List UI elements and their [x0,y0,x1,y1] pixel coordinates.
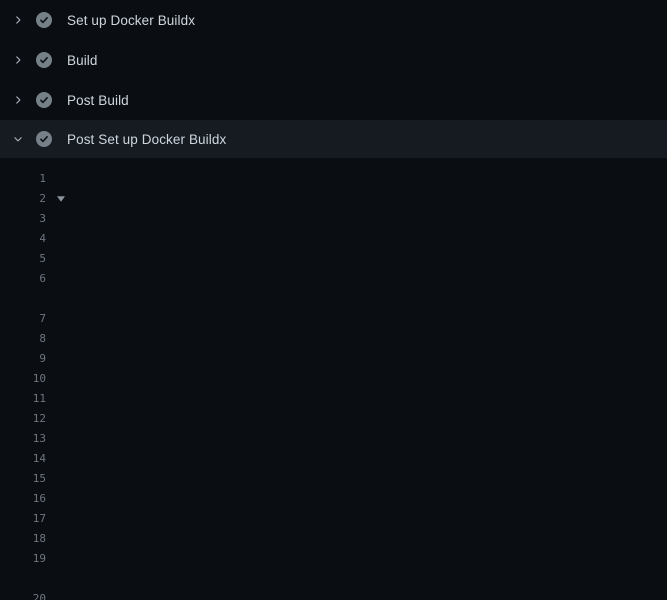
success-check-icon [36,131,52,147]
log-line: 6 time="2021-04-23T18:02:37Z" level=info… [0,269,667,289]
success-check-icon [36,52,52,68]
line-number[interactable]: 13 [0,429,46,449]
log-line: 1 Post job cleanup. [0,169,667,189]
line-number[interactable]: 15 [0,469,46,489]
line-number[interactable]: 5 [0,249,46,269]
log-line: 10 time="2021-04-23T18:02:37Z" level=inf… [0,369,667,389]
log-line: 5 time="2021-04-23T18:02:37Z" level=warn… [0,249,667,269]
step-title: Set up Docker Buildx [67,13,195,28]
chevron-right-icon [13,14,23,26]
log-line: 16 time="2021-04-23T18:02:38Z" level=deb… [0,489,667,509]
log-line: 3 /usr/bin/docker logs buildx_buildkit_b… [0,209,667,229]
log-line: 11 time="2021-04-23T18:02:38Z" level=deb… [0,389,667,409]
line-number[interactable]: 6 [0,269,46,289]
line-number[interactable]: 20 [0,589,46,600]
line-number[interactable]: 4 [0,229,46,249]
line-number[interactable]: 14 [0,449,46,469]
group-collapse-triangle-icon[interactable] [57,195,65,203]
log-line: 19 time="2021-04-23T18:02:38Z" level=deb… [0,549,667,569]
log-line: 4 time="2021-04-23T18:02:37Z" level=info… [0,229,667,249]
log-line: 7 time="2021-04-23T18:02:37Z" level=warn… [0,309,667,329]
line-number[interactable]: 10 [0,369,46,389]
line-number[interactable]: 11 [0,389,46,409]
line-number[interactable]: 3 [0,209,46,229]
step-header-post-build[interactable]: Post Build [0,80,667,120]
success-check-icon [36,12,52,28]
step-title: Post Set up Docker Buildx [67,132,226,147]
line-number[interactable]: 1 [0,169,46,189]
line-number[interactable]: 7 [0,309,46,329]
log-line: 2 BuildKit container logs [0,189,667,209]
log-line: 13 time="2021-04-23T18:02:38Z" level=deb… [0,429,667,449]
log-line: 17 time="2021-04-23T18:02:38Z" level=deb… [0,509,667,529]
chevron-down-icon [13,133,23,145]
line-number[interactable]: 18 [0,529,46,549]
log-line: 18 time="2021-04-23T18:02:38Z" level=deb… [0,529,667,549]
step-title: Build [67,53,98,68]
chevron-right-icon [13,54,23,66]
line-number[interactable]: 9 [0,349,46,369]
log-line: 12 time="2021-04-23T18:02:38Z" level=deb… [0,409,667,429]
line-number[interactable]: 16 [0,489,46,509]
step-title: Post Build [67,93,129,108]
step-header-set-up-docker-buildx[interactable]: Set up Docker Buildx [0,0,667,40]
line-number[interactable]: 2 [0,189,46,209]
line-number[interactable]: 8 [0,329,46,349]
log-line: 8 time="2021-04-23T18:02:37Z" level=info… [0,329,667,349]
actions-log-viewer: Set up Docker Buildx Build Post Build Po… [0,0,667,600]
success-check-icon [36,92,52,108]
step-header-build[interactable]: Build [0,40,667,80]
log-line: 20 time="2021-04-23T18:02:38Z" level=deb… [0,589,667,600]
line-number[interactable]: 12 [0,409,46,429]
log-line: linux/riscv64 linux/ppc64le linux/s390x … [0,289,667,309]
line-number[interactable]: 19 [0,549,46,569]
log-line: 15 time="2021-04-23T18:02:38Z" level=deb… [0,469,667,489]
line-number[interactable]: 17 [0,509,46,529]
chevron-right-icon [13,94,23,106]
log-line: 14 time="2021-04-23T18:02:38Z" level=deb… [0,449,667,469]
log-line: application/vnd.oci.image.index.v1+json,… [0,569,667,589]
log-output: 1 Post job cleanup. 2 BuildKit container… [0,158,667,600]
log-line: 9 time="2021-04-23T18:02:37Z" level=warn… [0,349,667,369]
step-header-post-set-up-docker-buildx[interactable]: Post Set up Docker Buildx [0,120,667,158]
